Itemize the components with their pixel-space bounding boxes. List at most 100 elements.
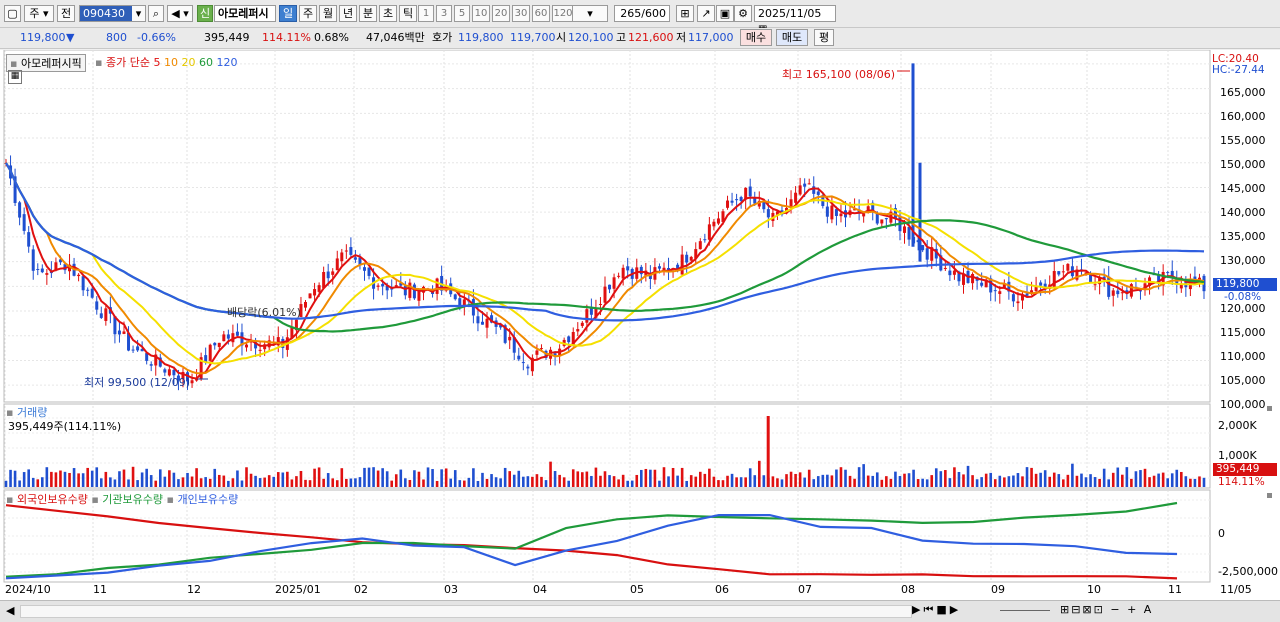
volume-bar [984, 473, 988, 487]
volume-bar [290, 479, 294, 487]
volume-bar [4, 480, 8, 487]
volume-bar [1007, 476, 1011, 487]
volume-bar [149, 475, 153, 487]
window-icon[interactable]: ▢ [4, 5, 21, 22]
volume-bar [272, 476, 276, 487]
buy-button[interactable]: 매수 [740, 29, 772, 46]
volume-bar [104, 471, 108, 487]
period-tab-2[interactable]: 월 [319, 5, 337, 22]
volume-bar [27, 469, 30, 487]
indiv-label: 개인보유수량 [177, 493, 239, 506]
volume-bar [1071, 463, 1074, 487]
candle-body [508, 336, 512, 341]
code-input[interactable]: 090430 [79, 5, 137, 22]
candle-body [117, 330, 121, 335]
x-tick: 07 [798, 583, 812, 596]
volume-bar [313, 468, 316, 487]
x-tick: 08 [901, 583, 915, 596]
volume-bar [190, 476, 194, 487]
volume-bar [866, 475, 870, 487]
scope-button[interactable]: 전 [57, 5, 75, 22]
volume-bar [549, 461, 552, 487]
candle-body [603, 286, 607, 303]
volume-bar [526, 476, 530, 487]
volume-bar [195, 468, 198, 487]
volume-bar [77, 473, 80, 487]
period-tab-0[interactable]: 일 [279, 5, 297, 22]
chart-area: ▪ 아모레퍼시픽 ▪ 종가 단순 5 10 20 60 120 ▦ LC:20.… [0, 50, 1280, 600]
volume-bar [304, 479, 307, 487]
zoom-slider[interactable] [1000, 610, 1050, 611]
code-dropdown-icon[interactable]: ▾ [132, 5, 146, 22]
volume-bar [1016, 473, 1020, 487]
scrollbar-track[interactable] [20, 605, 912, 618]
count-input[interactable]: 265/600 [614, 5, 670, 22]
volume-bar [1152, 475, 1156, 487]
minute-button-60[interactable]: 60 [532, 5, 550, 22]
sell-button[interactable]: 매도 [776, 29, 808, 46]
interval-dropdown[interactable]: ▾ [572, 5, 608, 22]
speaker-icon[interactable]: ◀ ▾ [167, 5, 193, 22]
minute-button-120[interactable]: 120 [552, 5, 574, 22]
volume-bar [630, 480, 634, 487]
search-icon[interactable]: ⌕ [148, 5, 164, 22]
volume-bar [771, 476, 775, 487]
volume-bar [181, 477, 185, 487]
minute-button-20[interactable]: 20 [492, 5, 510, 22]
volume-bar [898, 476, 902, 487]
volume-bar [1080, 473, 1083, 487]
minute-button-30[interactable]: 30 [512, 5, 530, 22]
volume-bar [444, 468, 448, 487]
volume-bar [1189, 478, 1192, 487]
x-tick: 11 [1168, 583, 1182, 596]
volume-bar [172, 472, 176, 487]
candle-body [1039, 282, 1043, 286]
volume-pane-close-icon[interactable] [1267, 406, 1272, 411]
period-tab-4[interactable]: 분 [359, 5, 377, 22]
minute-button-10[interactable]: 10 [472, 5, 490, 22]
holdings-pane-close-icon[interactable] [1267, 493, 1272, 498]
candle-body [344, 250, 348, 252]
zoom-controls[interactable]: ⊞⊟⊠⊡ − + A [1060, 603, 1153, 616]
period-tab-1[interactable]: 주 [299, 5, 317, 22]
volume-bar [367, 467, 371, 487]
minute-button-3[interactable]: 3 [436, 5, 452, 22]
volume-bar [857, 467, 861, 487]
candle-body [698, 241, 702, 250]
candle-body [716, 218, 720, 224]
price-tick: 160,000 [1220, 110, 1266, 123]
volume-bar [1130, 478, 1133, 487]
playback-controls[interactable]: ▶⏮■▶ [912, 603, 961, 617]
market-select[interactable]: 주 ▾ [24, 5, 54, 22]
volume-bar [249, 473, 253, 487]
draw-icon[interactable]: ↗ [697, 5, 715, 22]
candle-body [1016, 301, 1020, 304]
candle-body [925, 248, 929, 260]
minute-button-1[interactable]: 1 [418, 5, 434, 22]
table-icon[interactable]: ▦ [8, 70, 22, 84]
x-tick: 2024/10 [5, 583, 51, 596]
candle-body [22, 214, 26, 231]
save-icon[interactable]: ▣ [716, 5, 734, 22]
gear-icon[interactable]: ⚙ [734, 5, 752, 22]
minute-button-5[interactable]: 5 [454, 5, 470, 22]
candle-body [77, 274, 81, 277]
eval-button[interactable]: 평 [814, 29, 834, 46]
volume-bar [1066, 474, 1070, 487]
ma-legend: ▪ 종가 단순 5 10 20 60 120 [95, 56, 238, 69]
period-tab-3[interactable]: 년 [339, 5, 357, 22]
candle-body [748, 186, 752, 197]
scroll-left-icon[interactable]: ◀ [6, 604, 14, 617]
candle-body [707, 224, 711, 240]
candle-body [349, 247, 353, 255]
volume-bar [503, 467, 507, 487]
date-input[interactable]: 2025/11/05 ▦ [754, 5, 836, 35]
hc-label: HC:-27.44 [1212, 64, 1265, 76]
period-tab-6[interactable]: 틱 [399, 5, 417, 22]
period-tab-5[interactable]: 초 [379, 5, 397, 22]
compare-icon[interactable]: ⊞ [676, 5, 694, 22]
volume-bar [399, 469, 403, 487]
volume-bar [812, 479, 816, 487]
last-price-pct: -0.08% [1224, 291, 1262, 303]
volume-bar [281, 472, 285, 487]
